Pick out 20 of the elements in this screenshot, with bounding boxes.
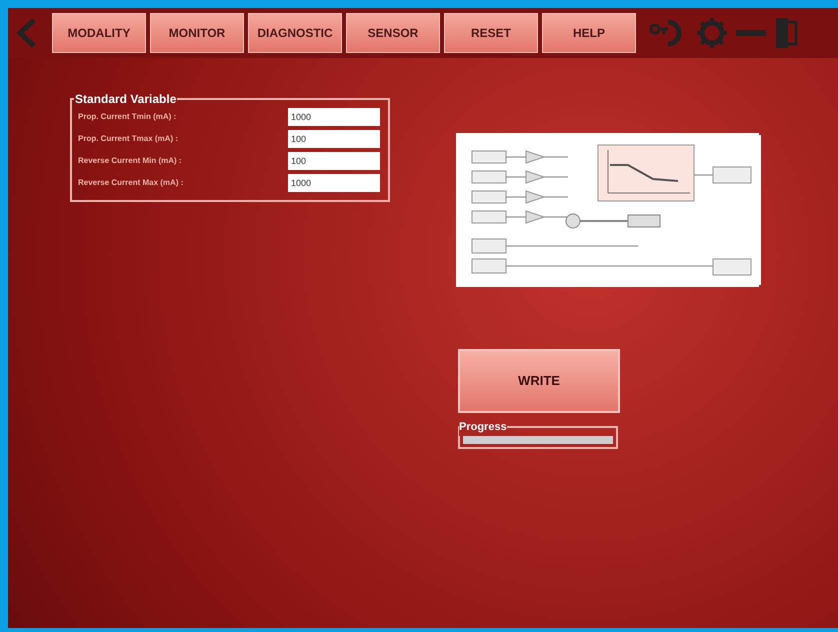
field-label: Prop. Current Tmax (mA) :	[78, 133, 178, 145]
input-field[interactable]: 100	[288, 152, 380, 170]
field-label: Reverse Current Max (mA) :	[78, 177, 184, 189]
minimize-icon[interactable]	[736, 28, 766, 38]
input-field[interactable]: 100	[288, 130, 380, 148]
panel-title: Standard Variable	[74, 91, 178, 108]
toolbar-tab[interactable]: DIAGNOSTIC	[248, 13, 342, 53]
field-label: Prop. Current Tmin (mA) :	[78, 111, 176, 123]
toolbar-tab[interactable]: MODALITY	[52, 13, 146, 53]
progress-title: Progress	[459, 420, 507, 435]
exit-door-icon[interactable]	[774, 16, 798, 50]
input-field[interactable]: 1000	[288, 108, 380, 126]
input-field[interactable]: 1000	[288, 174, 380, 192]
toolbar-tab[interactable]: SENSOR	[346, 13, 440, 53]
settings-icon[interactable]	[696, 16, 728, 50]
toolbar-tab[interactable]: MONITOR	[150, 13, 244, 53]
write-button[interactable]: WRITE	[458, 349, 620, 413]
toolbar-tab[interactable]: HELP	[542, 13, 636, 53]
field-label: Reverse Current Min (mA) :	[78, 155, 182, 167]
toolbar-tab[interactable]: RESET	[444, 13, 538, 53]
